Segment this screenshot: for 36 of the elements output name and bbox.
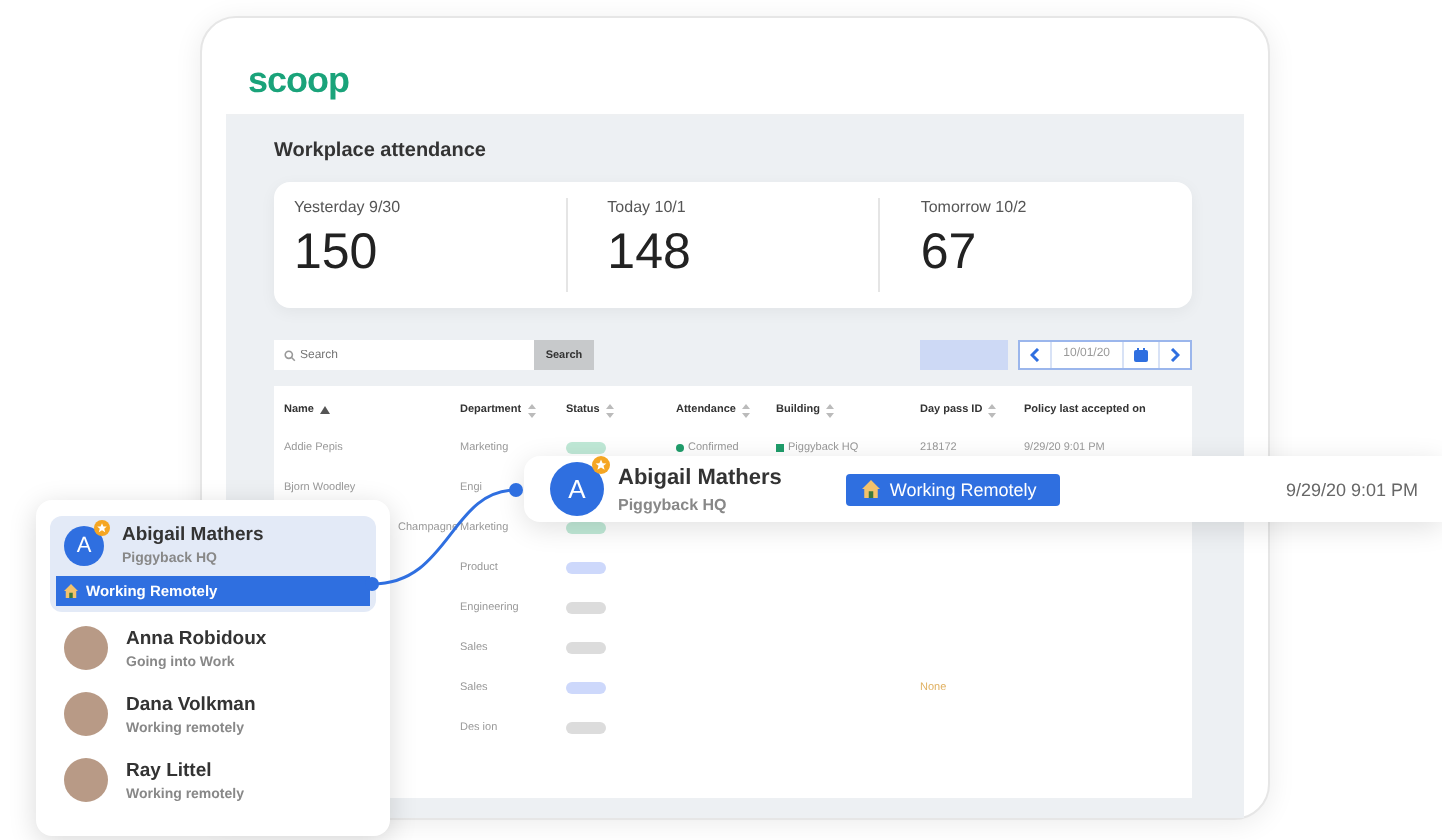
building-name: Piggyback HQ <box>618 495 729 513</box>
avatar-initial: A <box>550 462 604 516</box>
stat-label: Yesterday 9/30 <box>294 198 401 216</box>
sort-icon[interactable] <box>826 403 834 417</box>
sort-icon[interactable] <box>988 403 997 417</box>
calendar-icon <box>1134 348 1148 362</box>
chevron-right-icon <box>1170 348 1180 362</box>
person-name: Dana Volkman <box>126 693 256 715</box>
stat-value: 67 <box>920 224 977 282</box>
person-name: Abigail Mathers <box>122 524 264 546</box>
person-name: Anna Robidoux <box>126 627 267 649</box>
avatar-placeholder <box>64 692 108 736</box>
stat-value: 148 <box>607 224 691 282</box>
person-name: Ray Littel <box>126 759 214 781</box>
logo: scoop <box>248 59 350 101</box>
status-badge: Working Remotely <box>845 473 1061 505</box>
stat-value: 150 <box>294 224 378 282</box>
avatar-placeholder <box>64 626 108 670</box>
house-icon <box>64 584 78 598</box>
stat-label: Tomorrow 10/2 <box>920 198 1027 216</box>
sort-icon[interactable] <box>605 403 614 417</box>
page-title: Workplace attendance <box>274 140 488 162</box>
sort-icon[interactable] <box>741 403 750 417</box>
status-dot-icon <box>676 444 684 452</box>
building-icon <box>776 444 784 452</box>
search-icon <box>284 349 296 361</box>
avatar-initial: A <box>64 525 104 565</box>
person-name: Abigail Mathers <box>618 465 782 489</box>
sort-ascending-icon[interactable] <box>319 405 330 415</box>
house-icon <box>861 480 880 498</box>
stat-label: Today 10/1 <box>607 198 686 216</box>
chevron-left-icon <box>1029 348 1040 362</box>
filter-button[interactable] <box>919 340 1008 370</box>
sort-icon[interactable] <box>527 403 536 417</box>
avatar-placeholder <box>64 758 108 802</box>
timestamp: 9/29/20 9:01 PM <box>1285 479 1418 499</box>
